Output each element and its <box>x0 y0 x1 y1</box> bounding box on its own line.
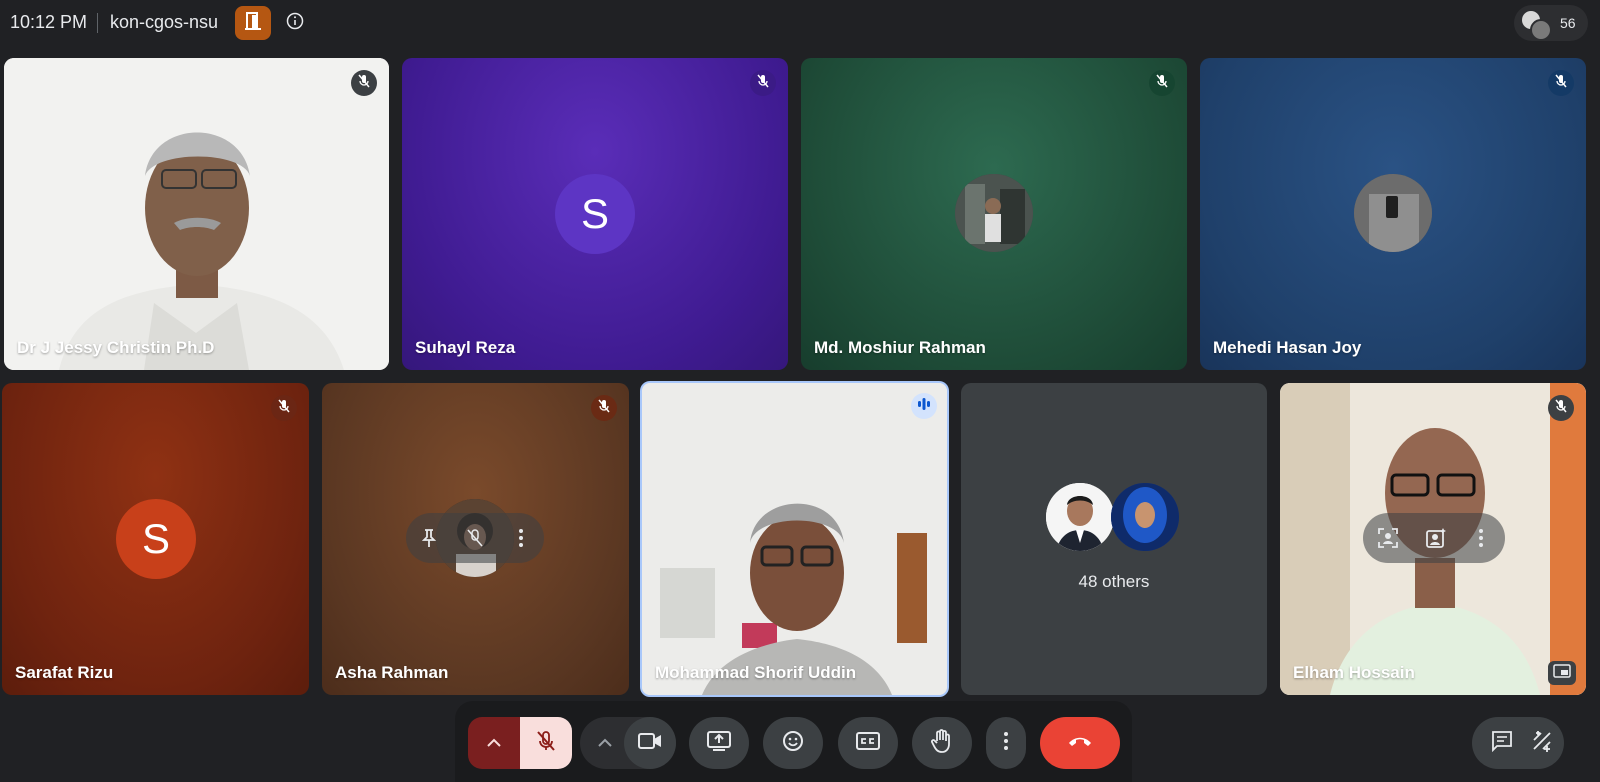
picture-in-picture-button[interactable] <box>1548 661 1576 685</box>
video-options-button[interactable] <box>585 717 625 769</box>
participant-avatar-letter: S <box>555 174 635 254</box>
participant-count: 56 <box>1560 15 1576 31</box>
mic-off-icon <box>597 399 611 418</box>
participant-name: Mohammad Shorif Uddin <box>655 663 857 682</box>
participant-name: Md. Moshiur Rahman <box>814 338 986 357</box>
participant-avatar-photo <box>1354 174 1432 252</box>
chat-icon <box>1491 730 1513 757</box>
participant-tile[interactable]: Mehedi Hasan Joy <box>1200 58 1586 370</box>
more-options-button[interactable] <box>986 717 1026 769</box>
others-avatar <box>1111 483 1179 551</box>
chevron-up-icon <box>598 734 612 752</box>
participant-name: Dr J Jessy Christin Ph.D <box>17 338 215 357</box>
camera-icon <box>638 732 662 755</box>
participant-tile[interactable]: Asha Rahman <box>322 383 629 695</box>
present-icon <box>707 730 731 756</box>
mic-off-icon <box>1155 74 1169 93</box>
participant-name: Asha Rahman <box>335 663 449 682</box>
mic-muted-indicator <box>351 70 377 96</box>
mic-muted-indicator <box>591 395 617 421</box>
more-vert-icon[interactable] <box>1478 528 1484 553</box>
participant-tile[interactable]: Md. Moshiur Rahman <box>801 58 1187 370</box>
chat-button[interactable] <box>1482 717 1522 769</box>
participant-video <box>4 58 389 370</box>
divider <box>97 13 98 33</box>
camera-toggle-button[interactable] <box>624 717 676 769</box>
more-vert-icon <box>1003 731 1009 756</box>
participant-name: Elham Hossain <box>1293 663 1415 682</box>
mic-off-icon <box>1554 74 1568 93</box>
participant-avatar-photo <box>955 174 1033 252</box>
others-avatar <box>1046 483 1114 551</box>
meeting-info-button[interactable] <box>284 12 306 34</box>
mic-muted-indicator <box>750 70 776 96</box>
participant-name: Suhayl Reza <box>415 338 516 357</box>
participant-avatar-letter: S <box>116 499 196 579</box>
activities-icon <box>1531 730 1553 757</box>
participant-tile[interactable]: Dr J Jessy Christin Ph.D <box>4 58 389 370</box>
top-bar: 10:12 PM kon-cgos-nsu 56 <box>0 0 1600 46</box>
audio-wave-icon <box>917 397 931 415</box>
participant-tile[interactable]: S Sarafat Rizu <box>2 383 309 695</box>
mic-muted-indicator <box>1548 395 1574 421</box>
participant-tile-speaking[interactable]: Mohammad Shorif Uddin <box>640 381 949 697</box>
pin-icon[interactable] <box>420 528 438 553</box>
pip-icon <box>1553 663 1571 683</box>
others-tile[interactable]: 48 others <box>961 383 1267 695</box>
mute-participant-icon[interactable] <box>466 528 484 553</box>
meeting-time: 10:12 PM <box>10 12 88 32</box>
mic-off-icon <box>535 730 557 757</box>
captions-icon <box>856 731 880 755</box>
participant-video <box>642 383 947 695</box>
speaking-indicator <box>911 393 937 419</box>
mic-muted-indicator <box>1548 70 1574 96</box>
audio-options-button[interactable] <box>468 717 520 769</box>
frame-person-icon[interactable] <box>1377 527 1399 554</box>
leave-call-button[interactable] <box>1040 717 1120 769</box>
tile-hover-controls <box>1363 513 1505 563</box>
door-icon <box>244 11 262 36</box>
add-effect-icon[interactable] <box>1425 527 1447 554</box>
more-vert-icon[interactable] <box>518 528 524 553</box>
chevron-up-icon <box>487 734 501 752</box>
participant-name: Sarafat Rizu <box>15 663 114 682</box>
mic-muted-indicator <box>271 395 297 421</box>
mic-off-icon <box>756 74 770 93</box>
breakout-room-button[interactable] <box>235 6 271 40</box>
captions-button[interactable] <box>838 717 898 769</box>
raise-hand-icon <box>931 728 953 758</box>
reactions-button[interactable] <box>763 717 823 769</box>
participants-button[interactable]: 56 <box>1514 5 1588 41</box>
meeting-code[interactable]: kon-cgos-nsu <box>110 12 218 33</box>
participant-tile[interactable]: Elham Hossain <box>1280 383 1586 695</box>
end-call-icon <box>1067 734 1093 752</box>
info-icon <box>286 12 304 35</box>
participant-tile[interactable]: S Suhayl Reza <box>402 58 788 370</box>
emoji-icon <box>782 730 804 757</box>
mic-muted-indicator <box>1149 70 1175 96</box>
mic-off-icon <box>357 74 371 93</box>
raise-hand-button[interactable] <box>912 717 972 769</box>
activities-button[interactable] <box>1522 717 1562 769</box>
participant-name: Mehedi Hasan Joy <box>1213 338 1362 357</box>
microphone-toggle-button[interactable] <box>520 717 572 769</box>
others-label: 48 others <box>1078 572 1150 591</box>
mic-off-icon <box>277 399 291 418</box>
mic-off-icon <box>1554 399 1568 418</box>
tile-hover-controls <box>406 513 544 563</box>
participant-avatar <box>1530 19 1552 41</box>
present-screen-button[interactable] <box>689 717 749 769</box>
